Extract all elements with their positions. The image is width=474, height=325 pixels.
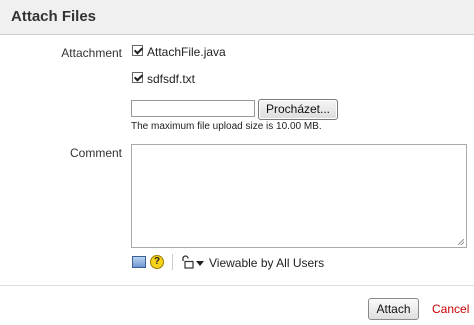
help-icon[interactable]: ? xyxy=(150,255,164,269)
comment-textarea[interactable] xyxy=(131,144,467,248)
resize-handle-icon[interactable] xyxy=(458,239,464,245)
browse-button[interactable]: Procházet... xyxy=(258,99,338,120)
comment-label: Comment xyxy=(69,146,122,160)
file-path-input[interactable] xyxy=(131,100,255,117)
visibility-label[interactable]: Viewable by All Users xyxy=(209,256,324,270)
dialog-header: Attach Files xyxy=(0,0,474,35)
file-name-2: sdfsdf.txt xyxy=(147,72,196,86)
unlock-icon[interactable] xyxy=(180,255,194,269)
attachment-label: Attachment xyxy=(61,46,122,60)
dialog-title: Attach Files xyxy=(11,8,97,25)
cancel-link[interactable]: Cancel xyxy=(432,302,469,316)
max-size-hint: The maximum file upload size is 10.00 MB… xyxy=(131,121,322,132)
file-checkbox-2[interactable] xyxy=(132,72,143,83)
attach-button[interactable]: Attach xyxy=(368,298,419,320)
footer-divider xyxy=(0,285,474,286)
file-checkbox-1[interactable] xyxy=(132,45,143,56)
toolbar-divider xyxy=(172,254,173,270)
file-name-1: AttachFile.java xyxy=(147,45,226,59)
chevron-down-icon[interactable] xyxy=(196,261,204,266)
wiki-markup-icon[interactable] xyxy=(132,256,146,268)
